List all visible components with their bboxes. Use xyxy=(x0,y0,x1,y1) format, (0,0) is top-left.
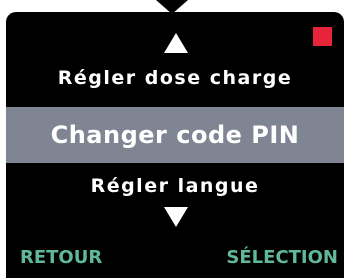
select-softkey[interactable]: SÉLECTION xyxy=(226,244,338,272)
status-indicator-icon xyxy=(313,27,332,46)
device-screen: Régler dose charge Changer code PIN Régl… xyxy=(6,12,344,278)
scroll-down-icon[interactable] xyxy=(164,207,188,227)
back-softkey[interactable]: RETOUR xyxy=(20,244,102,272)
menu-item-previous[interactable]: Régler dose charge xyxy=(6,64,344,92)
menu-item-next[interactable]: Régler langue xyxy=(6,172,344,200)
menu-item-selected[interactable]: Changer code PIN xyxy=(6,107,344,163)
scroll-up-icon[interactable] xyxy=(164,33,188,53)
device-display-frame: Régler dose charge Changer code PIN Régl… xyxy=(0,0,344,278)
